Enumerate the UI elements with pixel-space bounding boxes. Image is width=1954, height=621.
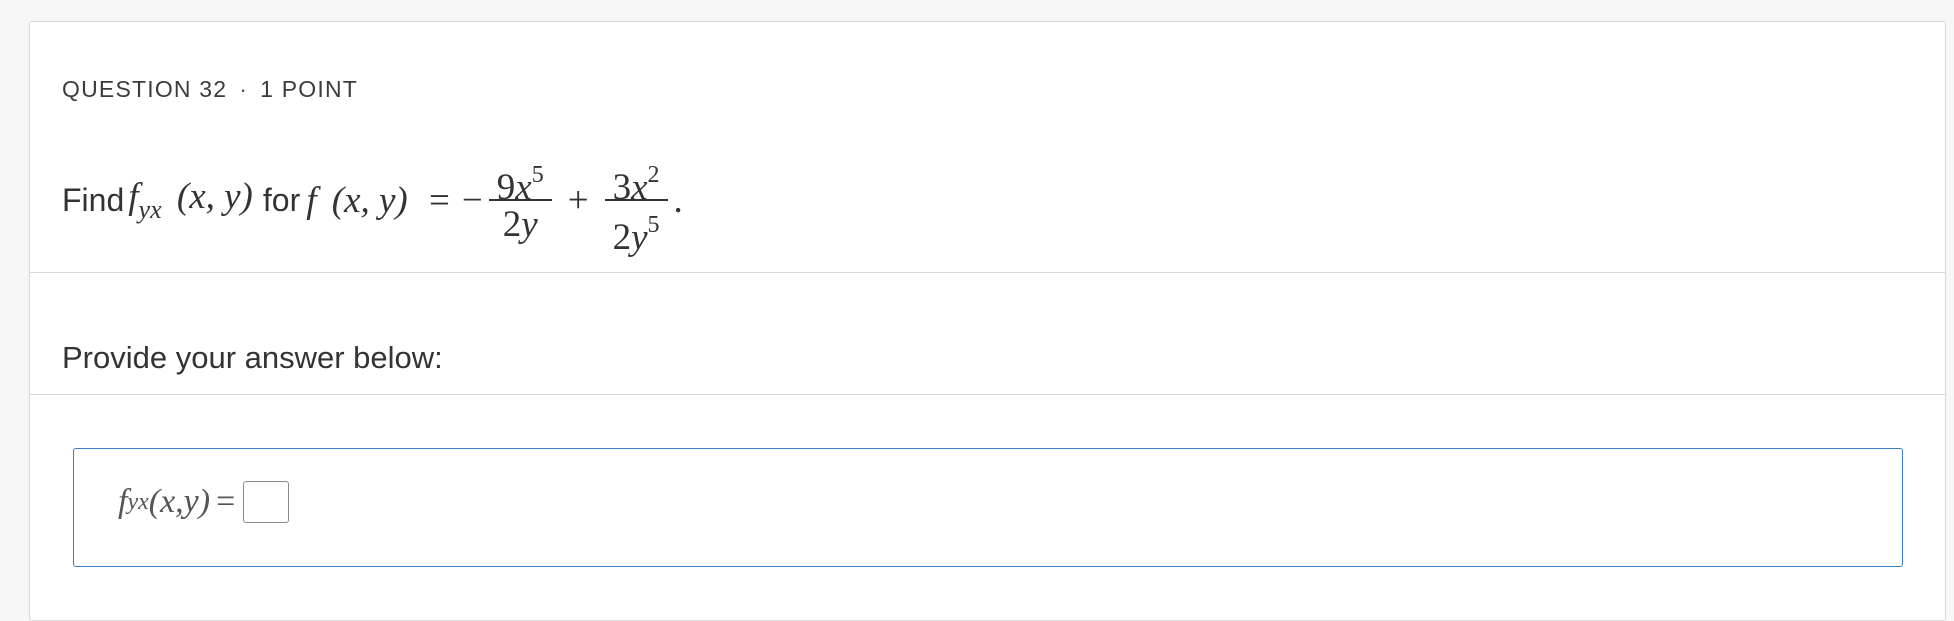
section-divider: [30, 394, 1945, 395]
answer-lhs-subscript: yx: [127, 488, 149, 515]
answer-equals: =: [216, 483, 236, 520]
question-points: 1 POINT: [260, 76, 359, 102]
plus-sign: +: [567, 179, 589, 221]
fraction-term-1: 9x5 2y: [488, 153, 552, 247]
header-separator: ·: [239, 76, 249, 102]
answer-lhs-args: (x,y): [148, 483, 211, 520]
answer-instruction: Provide your answer below:: [62, 340, 443, 375]
question-header: QUESTION 32 · 1 POINT: [62, 76, 358, 103]
answer-input-field[interactable]: [243, 481, 290, 523]
prompt-find-word: Find: [62, 181, 125, 218]
question-number: QUESTION 32: [62, 76, 228, 102]
prompt-for-word: for: [262, 181, 301, 218]
section-divider: [30, 272, 1945, 273]
question-prompt: Find fyx (x, y) for f (x, y) = − 9x5 2y +…: [62, 140, 683, 260]
target-function: fyx (x, y): [128, 176, 253, 224]
answer-panel: f yx (x,y) =: [73, 448, 1903, 567]
given-function: f (x, y) = −: [306, 179, 483, 221]
question-card: QUESTION 32 · 1 POINT Find fyx (x, y) for …: [29, 21, 1946, 621]
prompt-period: .: [673, 179, 683, 221]
fraction-term-2: 3x2 2y5: [604, 153, 668, 258]
answer-expression: f yx (x,y) =: [118, 481, 290, 523]
